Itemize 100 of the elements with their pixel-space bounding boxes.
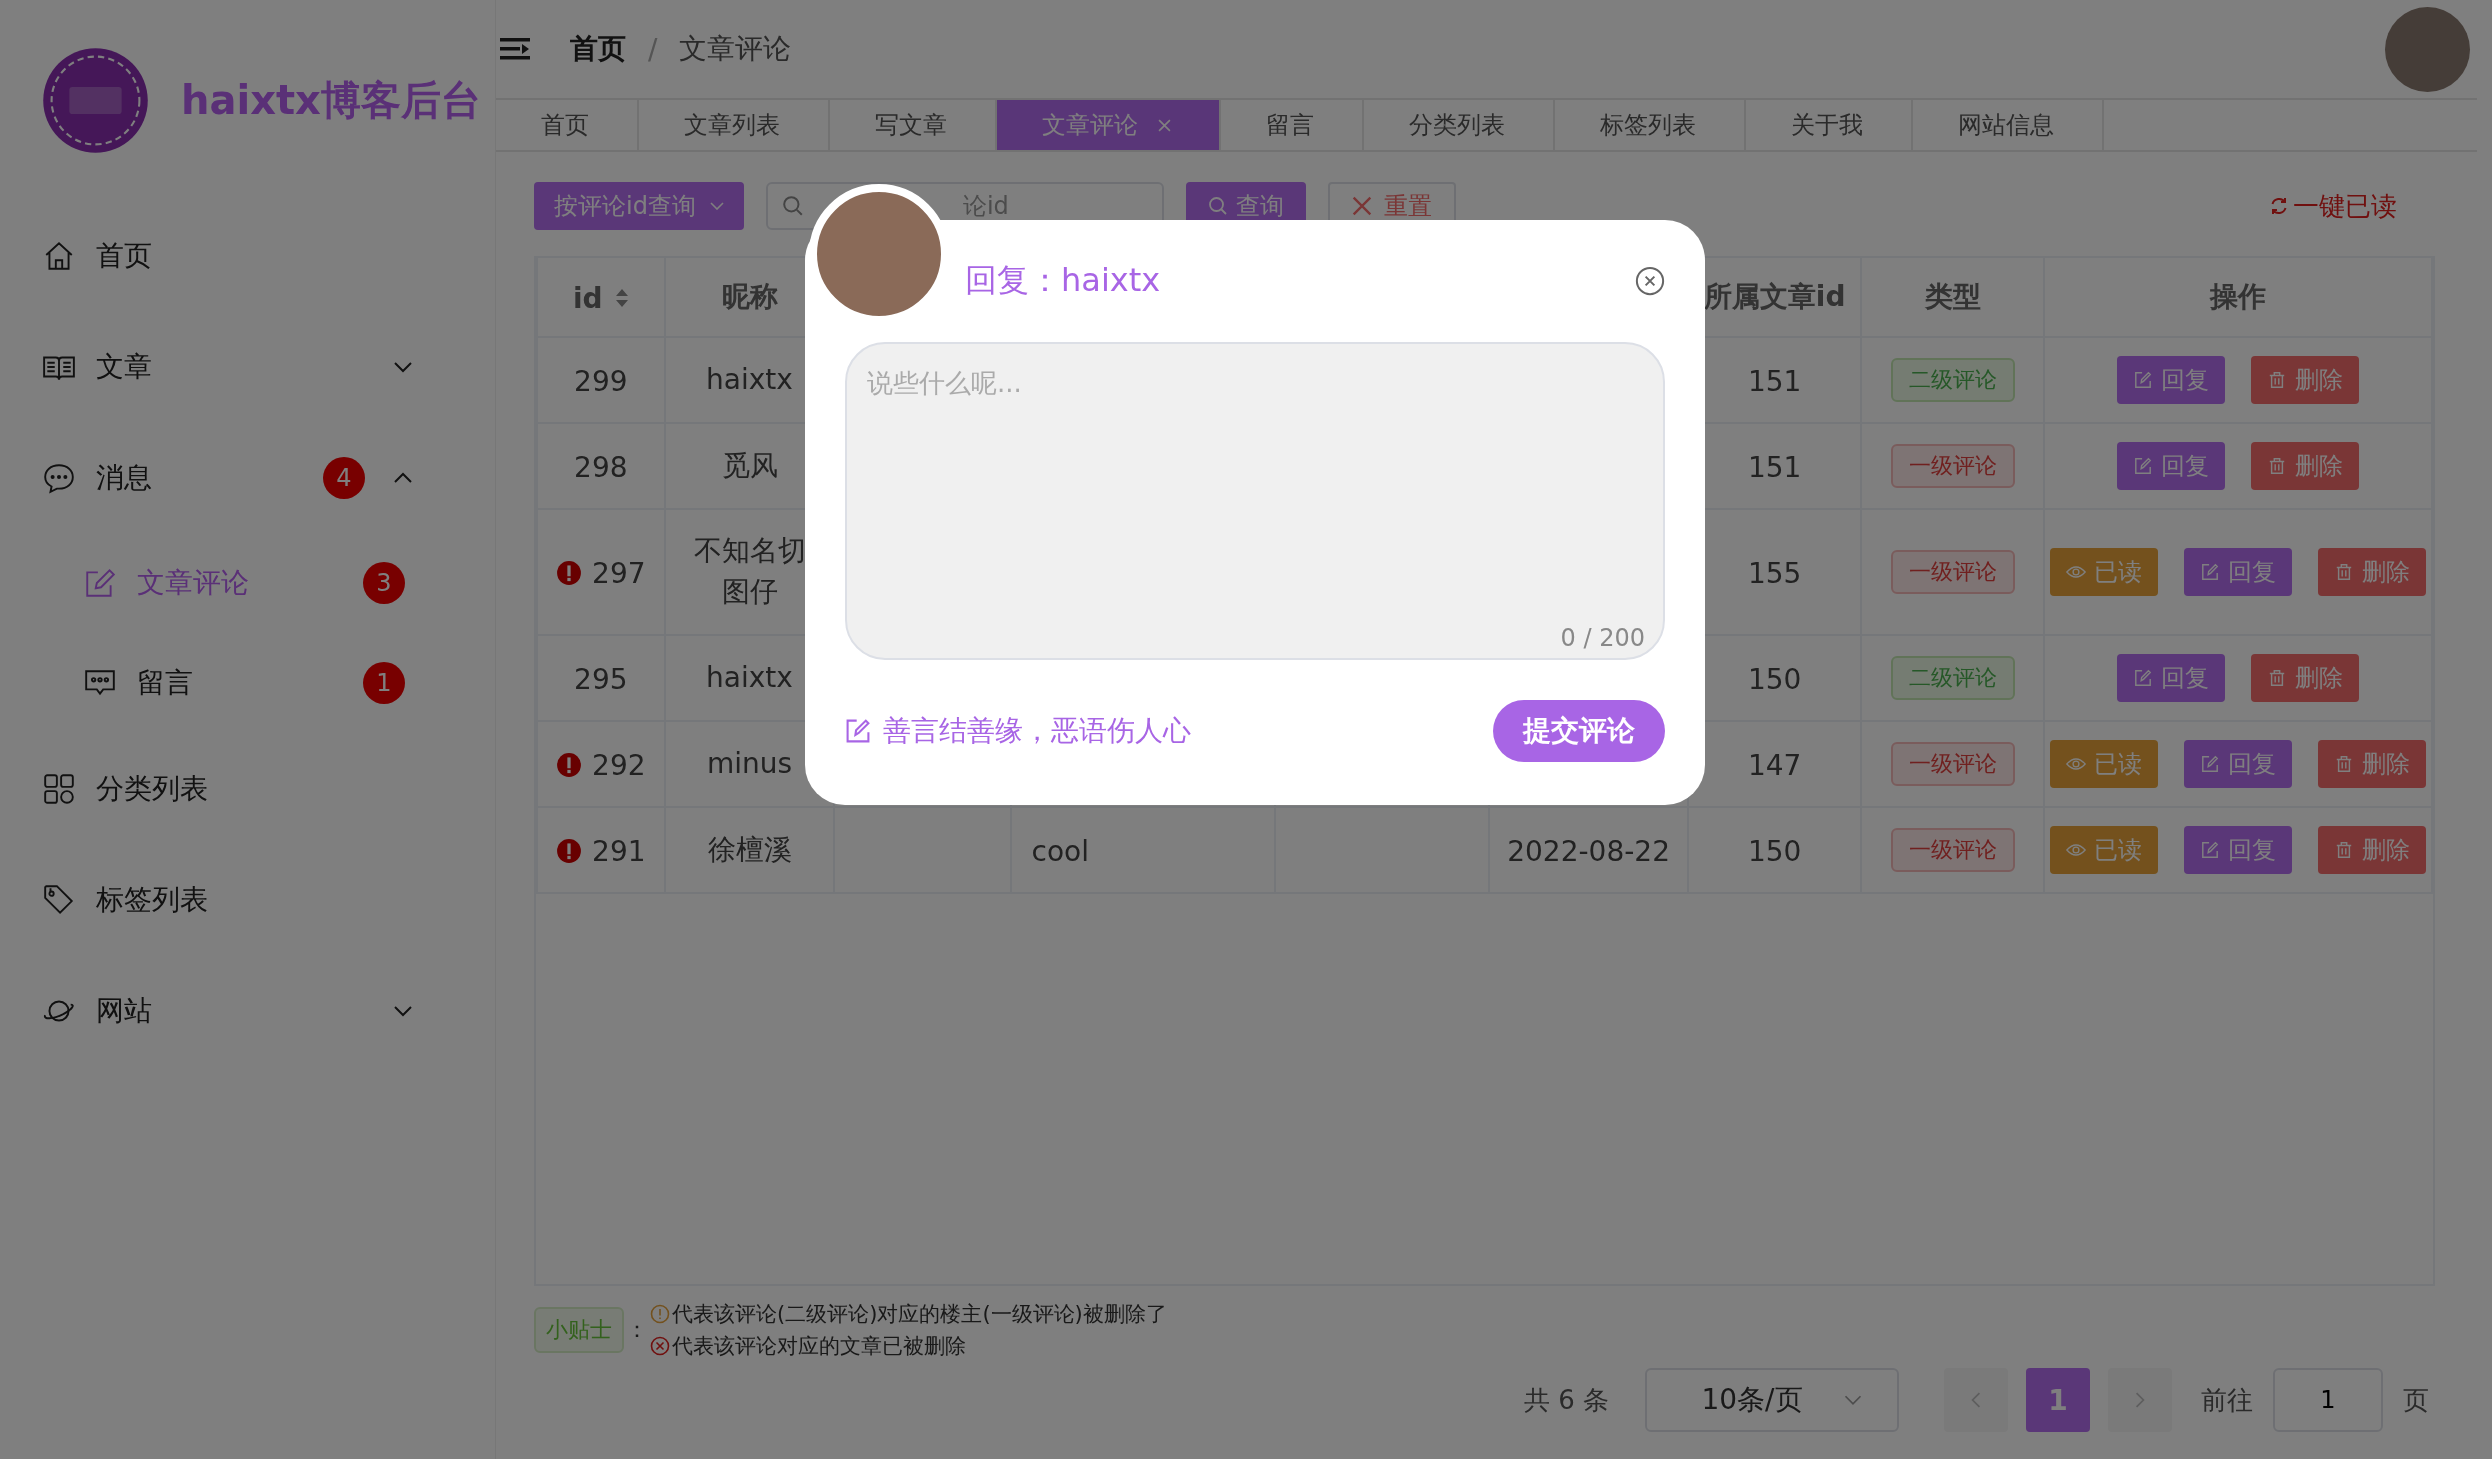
nav-item[interactable]: 消息 4 bbox=[0, 422, 495, 533]
mark-read-button[interactable]: 已读 bbox=[2050, 740, 2159, 788]
breadcrumb-separator: / bbox=[648, 32, 658, 66]
filter-dropdown-button[interactable]: 按评论id查询 bbox=[534, 182, 744, 230]
nav-subitem[interactable]: 文章评论 3 bbox=[0, 533, 495, 633]
nav-item[interactable]: 标签列表 bbox=[0, 844, 495, 955]
edit-icon bbox=[83, 566, 117, 600]
article-id-cell: 150 bbox=[1747, 834, 1802, 868]
search-icon bbox=[781, 195, 804, 217]
id-cell: 295 bbox=[574, 662, 628, 696]
chevron-right-icon bbox=[2135, 1392, 2145, 1408]
nickname-cell-text: 不知名切图仔 bbox=[692, 533, 807, 610]
breadcrumb-item: 文章评论 bbox=[679, 31, 792, 67]
id-cell: 298 bbox=[574, 450, 628, 484]
id-cell: 292 bbox=[592, 748, 646, 782]
caret-icon bbox=[1842, 1395, 1863, 1405]
page-number-button[interactable]: 1 bbox=[2026, 1368, 2090, 1432]
nav-item[interactable]: 首页 bbox=[0, 200, 495, 311]
nav-item[interactable]: 文章 bbox=[0, 311, 495, 422]
edit-icon bbox=[2200, 841, 2221, 859]
reply-button[interactable]: 回复 bbox=[2184, 826, 2293, 874]
column-header: 昵称 bbox=[721, 280, 778, 313]
edit-icon bbox=[2133, 371, 2154, 389]
grid-icon bbox=[42, 771, 76, 806]
mark-read-button[interactable]: 已读 bbox=[2050, 826, 2159, 874]
delete-button[interactable]: 删除 bbox=[2318, 740, 2427, 788]
article-id-cell: 151 bbox=[1747, 364, 1802, 398]
nav-label: 标签列表 bbox=[96, 881, 209, 918]
close-icon bbox=[1351, 196, 1372, 216]
goto-label: 前往 bbox=[2201, 1383, 2253, 1417]
tab[interactable]: 网站信息 bbox=[1913, 100, 2104, 150]
type-tag: 一级评论 bbox=[1890, 742, 2015, 786]
nav-label: 首页 bbox=[96, 237, 153, 274]
edit-icon bbox=[2133, 669, 2154, 687]
close-icon[interactable] bbox=[1635, 266, 1665, 296]
reply-button[interactable]: 回复 bbox=[2117, 442, 2226, 490]
reply-button[interactable]: 回复 bbox=[2117, 356, 2226, 404]
caret-icon bbox=[709, 202, 724, 210]
delete-button[interactable]: 删除 bbox=[2251, 442, 2360, 490]
page-suffix: 页 bbox=[2403, 1383, 2429, 1417]
nickname-cell-text: haixtx bbox=[706, 361, 793, 398]
delete-button[interactable]: 删除 bbox=[2318, 826, 2427, 874]
chevron-left-icon bbox=[1971, 1392, 1981, 1408]
eye-icon bbox=[2066, 563, 2087, 581]
nav-label: 网站 bbox=[96, 992, 153, 1029]
hint-text: 善言结善缘，恶语伤人心 bbox=[883, 713, 1191, 749]
nav-item[interactable]: 网站 bbox=[0, 955, 495, 1066]
tab[interactable]: 分类列表 bbox=[1364, 100, 1555, 150]
submit-button[interactable]: 提交评论 bbox=[1493, 700, 1665, 762]
tab[interactable]: 关于我 bbox=[1746, 100, 1913, 150]
refresh-icon bbox=[2269, 196, 2289, 216]
edit-icon bbox=[2200, 563, 2221, 581]
reply-button[interactable]: 回复 bbox=[2184, 548, 2293, 596]
warning-icon bbox=[650, 1304, 670, 1324]
dialog-title: 回复：haixtx bbox=[965, 260, 1161, 301]
date-cell: 2022-08-22 bbox=[1507, 834, 1670, 868]
article-id-cell: 150 bbox=[1747, 662, 1802, 696]
tab[interactable]: 标签列表 bbox=[1555, 100, 1746, 150]
count-badge: 1 bbox=[363, 662, 405, 704]
reply-button[interactable]: 回复 bbox=[2184, 740, 2293, 788]
mark-all-read-button[interactable]: 一键已读 bbox=[2269, 188, 2397, 224]
edit-icon bbox=[845, 718, 871, 744]
tab[interactable]: 留言 bbox=[1221, 100, 1364, 150]
colon-text: ： bbox=[626, 1316, 648, 1344]
column-header: 类型 bbox=[1924, 280, 1981, 313]
eye-icon bbox=[2066, 755, 2087, 773]
brand-title: haixtx博客后台 bbox=[181, 75, 481, 125]
page-input[interactable]: 1 bbox=[2273, 1368, 2383, 1432]
nav-label: 文章 bbox=[96, 348, 153, 385]
nickname-cell-text: minus bbox=[706, 745, 793, 782]
tip-note: 代表该评论对应的文章已被删除 bbox=[672, 1333, 966, 1360]
type-tag: 一级评论 bbox=[1890, 444, 2015, 488]
delete-button[interactable]: 删除 bbox=[2251, 654, 2360, 702]
nav-subitem[interactable]: 留言 1 bbox=[0, 633, 495, 733]
menu-icon[interactable] bbox=[500, 37, 530, 61]
reply-button[interactable]: 回复 bbox=[2117, 654, 2226, 702]
delete-button[interactable]: 删除 bbox=[2318, 548, 2427, 596]
article-id-cell: 151 bbox=[1747, 450, 1802, 484]
edit-icon bbox=[2200, 755, 2221, 773]
type-tag: 二级评论 bbox=[1890, 358, 2015, 402]
breadcrumb-item[interactable]: 首页 bbox=[570, 30, 626, 68]
page-size-select[interactable]: 10条/页 bbox=[1645, 1368, 1899, 1432]
article-id-cell: 147 bbox=[1747, 748, 1802, 782]
tab[interactable]: 首页 bbox=[496, 100, 639, 150]
nickname-cell-text: 徐檀溪 bbox=[707, 831, 792, 868]
search-icon bbox=[1207, 196, 1228, 216]
mark-read-button[interactable]: 已读 bbox=[2050, 548, 2159, 596]
tab[interactable]: 文章列表 bbox=[639, 100, 830, 150]
count-badge: 4 bbox=[323, 456, 365, 499]
type-tag: 二级评论 bbox=[1890, 656, 2015, 700]
count-badge: 3 bbox=[363, 562, 405, 604]
sort-icon[interactable] bbox=[614, 287, 629, 308]
nav-label: 分类列表 bbox=[96, 770, 209, 807]
nickname-cell-text: 觅风 bbox=[721, 447, 778, 484]
delete-button[interactable]: 删除 bbox=[2251, 356, 2360, 404]
column-header[interactable]: id bbox=[573, 281, 603, 315]
tab[interactable]: 文章评论 bbox=[997, 100, 1221, 150]
nav-label: 文章评论 bbox=[137, 565, 250, 601]
type-tag: 一级评论 bbox=[1890, 550, 2015, 594]
nav-item[interactable]: 分类列表 bbox=[0, 733, 495, 844]
